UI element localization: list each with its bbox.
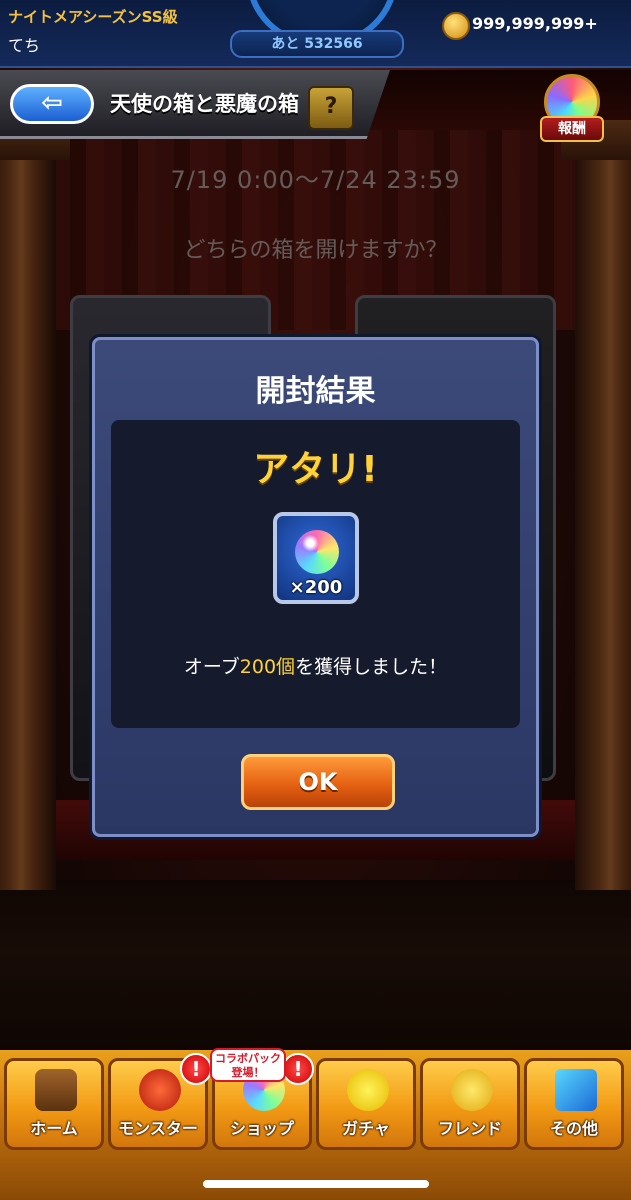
nav-label: その他 — [549, 1119, 598, 1138]
message-highlight: 200個 — [239, 656, 296, 678]
nav-label: ガチャ — [342, 1119, 390, 1138]
result-heading: アタリ! — [253, 449, 378, 490]
coin-icon — [442, 12, 470, 40]
item-quantity: ×200 — [289, 577, 343, 598]
message-prefix: オーブ — [183, 656, 240, 678]
nav-label: フレンド — [437, 1119, 502, 1138]
collab-line1: コラボパック — [215, 1052, 281, 1065]
nav-other[interactable]: その他 — [524, 1058, 624, 1150]
dialog-title: 開封結果 — [255, 374, 376, 409]
nav-gacha[interactable]: ガチャ — [316, 1058, 416, 1150]
house-icon — [35, 1069, 77, 1111]
home-indicator[interactable] — [203, 1180, 429, 1188]
nav-friend[interactable]: フレンド — [420, 1058, 520, 1150]
back-button[interactable]: ⇦ — [10, 84, 94, 124]
nav-label: ショップ — [229, 1119, 294, 1138]
reward-label: 報酬 — [540, 116, 604, 142]
season-rank: ナイトメアシーズンSS級 — [8, 8, 178, 26]
rank-progress: あと 532566 — [230, 30, 404, 58]
monster-alert-badge: ! — [180, 1053, 212, 1085]
coin-count: 999,999,999+ — [472, 14, 598, 33]
result-dialog: 開封結果 アタリ! ×200 オーブ200個を獲得しました！ OK — [92, 337, 539, 837]
collab-line2: 登場！ — [231, 1066, 265, 1079]
shop-alert-badge: ! — [282, 1053, 314, 1085]
nav-label: モンスター — [118, 1119, 198, 1138]
dialog-content: アタリ! ×200 オーブ200個を獲得しました！ — [111, 420, 520, 728]
reward-button[interactable]: 報酬 — [540, 74, 606, 144]
menu-icon — [555, 1069, 597, 1111]
reward-item: ×200 — [273, 512, 359, 604]
result-message: オーブ200個を獲得しました！ — [111, 652, 520, 679]
dragon-icon — [139, 1069, 181, 1111]
ok-button[interactable]: OK — [241, 754, 395, 810]
page-title: 天使の箱と悪魔の箱 — [110, 92, 299, 116]
help-button[interactable]: ? — [308, 86, 354, 130]
rainbow-orb-icon — [295, 530, 339, 574]
status-bar: ナイトメアシーズンSS級 てち あと 532566 999,999,999+ — [0, 0, 631, 68]
username: てち — [8, 36, 41, 55]
collab-pack-badge: コラボパック 登場！ — [210, 1048, 286, 1082]
egg-icon — [347, 1069, 389, 1111]
nav-label: ホーム — [30, 1119, 78, 1138]
friends-icon — [451, 1069, 493, 1111]
nav-home[interactable]: ホーム — [4, 1058, 104, 1150]
message-suffix: を獲得しました！ — [295, 656, 448, 678]
